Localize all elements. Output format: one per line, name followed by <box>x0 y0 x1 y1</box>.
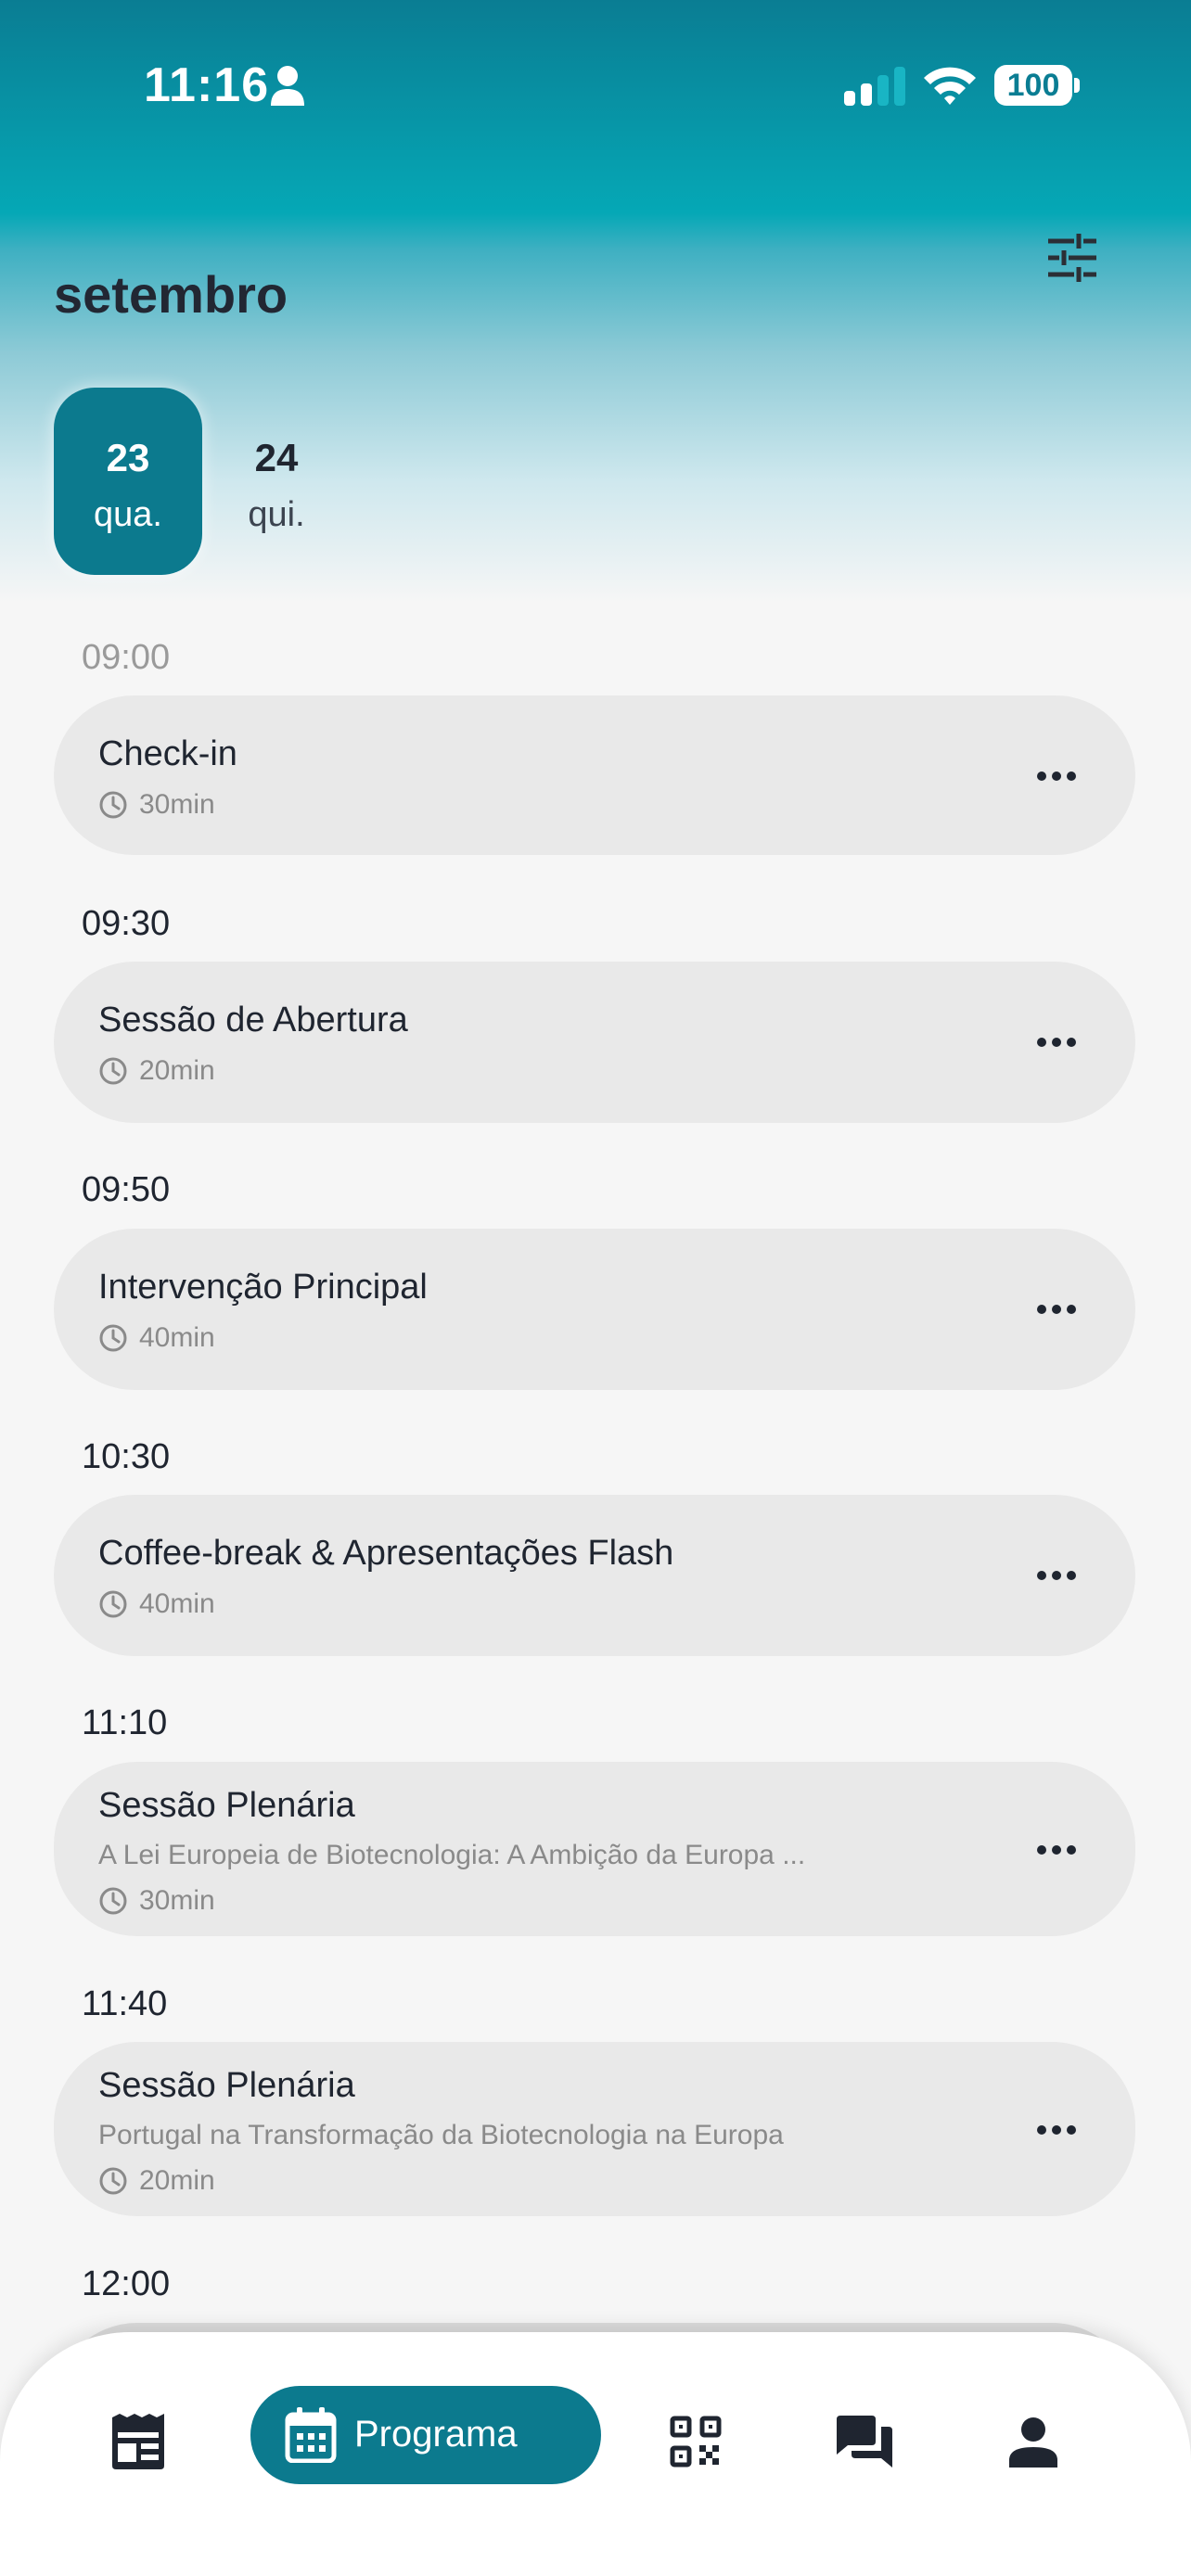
duration-text: 40min <box>139 1322 215 1353</box>
duration-text: 30min <box>139 789 215 820</box>
person-icon <box>271 66 304 106</box>
session-card[interactable]: Sessão de Abertura 20min <box>54 962 1135 1123</box>
profile-icon[interactable] <box>1009 2417 1057 2468</box>
filter-icon[interactable] <box>1046 232 1098 284</box>
nav-programa-label: Programa <box>354 2414 518 2455</box>
session-duration: 30min <box>98 1884 215 1918</box>
session-card[interactable]: Check-in 30min <box>54 695 1135 855</box>
clock-icon <box>99 1324 127 1352</box>
session-subtitle: A Lei Europeia de Biotecnologia: A Ambiç… <box>98 1840 806 1870</box>
chat-icon[interactable] <box>835 2414 894 2469</box>
time-label: 11:40 <box>82 1984 168 2023</box>
session-title: Check-in <box>98 734 237 773</box>
clock-icon <box>99 2167 127 2195</box>
session-title: Sessão Plenária <box>98 1786 355 1825</box>
session-card[interactable]: Intervenção Principal 40min <box>54 1229 1135 1390</box>
more-options-icon[interactable] <box>1035 1036 1078 1049</box>
day-weekday: qua. <box>94 495 162 534</box>
session-duration: 30min <box>98 788 215 822</box>
time-label: 09:50 <box>82 1170 171 1209</box>
news-icon[interactable] <box>109 2414 168 2469</box>
month-title: setembro <box>54 265 288 324</box>
session-title: Sessão Plenária <box>98 2066 355 2105</box>
battery-tip <box>1074 78 1080 93</box>
day-selector-23[interactable]: 23 qua. <box>54 388 202 575</box>
day-weekday: qui. <box>248 495 305 534</box>
more-options-icon[interactable] <box>1035 770 1078 783</box>
more-options-icon[interactable] <box>1035 2123 1078 2136</box>
clock-icon <box>99 791 127 819</box>
session-title: Intervenção Principal <box>98 1268 428 1307</box>
nav-programa-button[interactable]: Programa <box>250 2386 601 2484</box>
cellular-signal-icon <box>844 67 905 106</box>
status-bar: 11:16 100 <box>0 0 1191 176</box>
duration-text: 30min <box>139 1885 215 1916</box>
qr-code-icon[interactable] <box>670 2416 722 2468</box>
calendar-icon <box>285 2407 337 2463</box>
time-label: 09:30 <box>82 904 171 943</box>
session-title: Coffee-break & Apresentações Flash <box>98 1534 674 1573</box>
day-selector-24[interactable]: 24 qui. <box>202 388 351 575</box>
time-label: 11:10 <box>82 1703 168 1742</box>
status-time: 11:16 <box>144 58 270 112</box>
session-card[interactable]: Coffee-break & Apresentações Flash 40min <box>54 1495 1135 1656</box>
more-options-icon[interactable] <box>1035 1843 1078 1856</box>
bottom-navigation: Programa <box>0 2332 1191 2576</box>
session-subtitle: Portugal na Transformação da Biotecnolog… <box>98 2120 784 2150</box>
session-duration: 40min <box>98 1321 215 1355</box>
clock-icon <box>99 1590 127 1618</box>
battery-level: 100 <box>994 65 1072 106</box>
clock-icon <box>99 1887 127 1915</box>
session-duration: 20min <box>98 1054 215 1088</box>
battery-indicator: 100 <box>994 65 1080 106</box>
session-duration: 20min <box>98 2164 215 2198</box>
time-label: 12:00 <box>82 2264 171 2303</box>
duration-text: 20min <box>139 2165 215 2196</box>
more-options-icon[interactable] <box>1035 1569 1078 1582</box>
day-number: 24 <box>254 436 299 479</box>
time-label: 10:30 <box>82 1437 171 1476</box>
session-card[interactable]: Sessão Plenária Portugal na Transformaçã… <box>54 2042 1135 2216</box>
more-options-icon[interactable] <box>1035 1303 1078 1316</box>
day-number: 23 <box>106 436 150 479</box>
wifi-icon <box>924 67 976 105</box>
duration-text: 40min <box>139 1588 215 1619</box>
session-title: Sessão de Abertura <box>98 1001 408 1039</box>
duration-text: 20min <box>139 1055 215 1086</box>
session-card[interactable]: Sessão Plenária A Lei Europeia de Biotec… <box>54 1762 1135 1936</box>
clock-icon <box>99 1057 127 1085</box>
session-duration: 40min <box>98 1588 215 1621</box>
time-label: 09:00 <box>82 638 171 677</box>
